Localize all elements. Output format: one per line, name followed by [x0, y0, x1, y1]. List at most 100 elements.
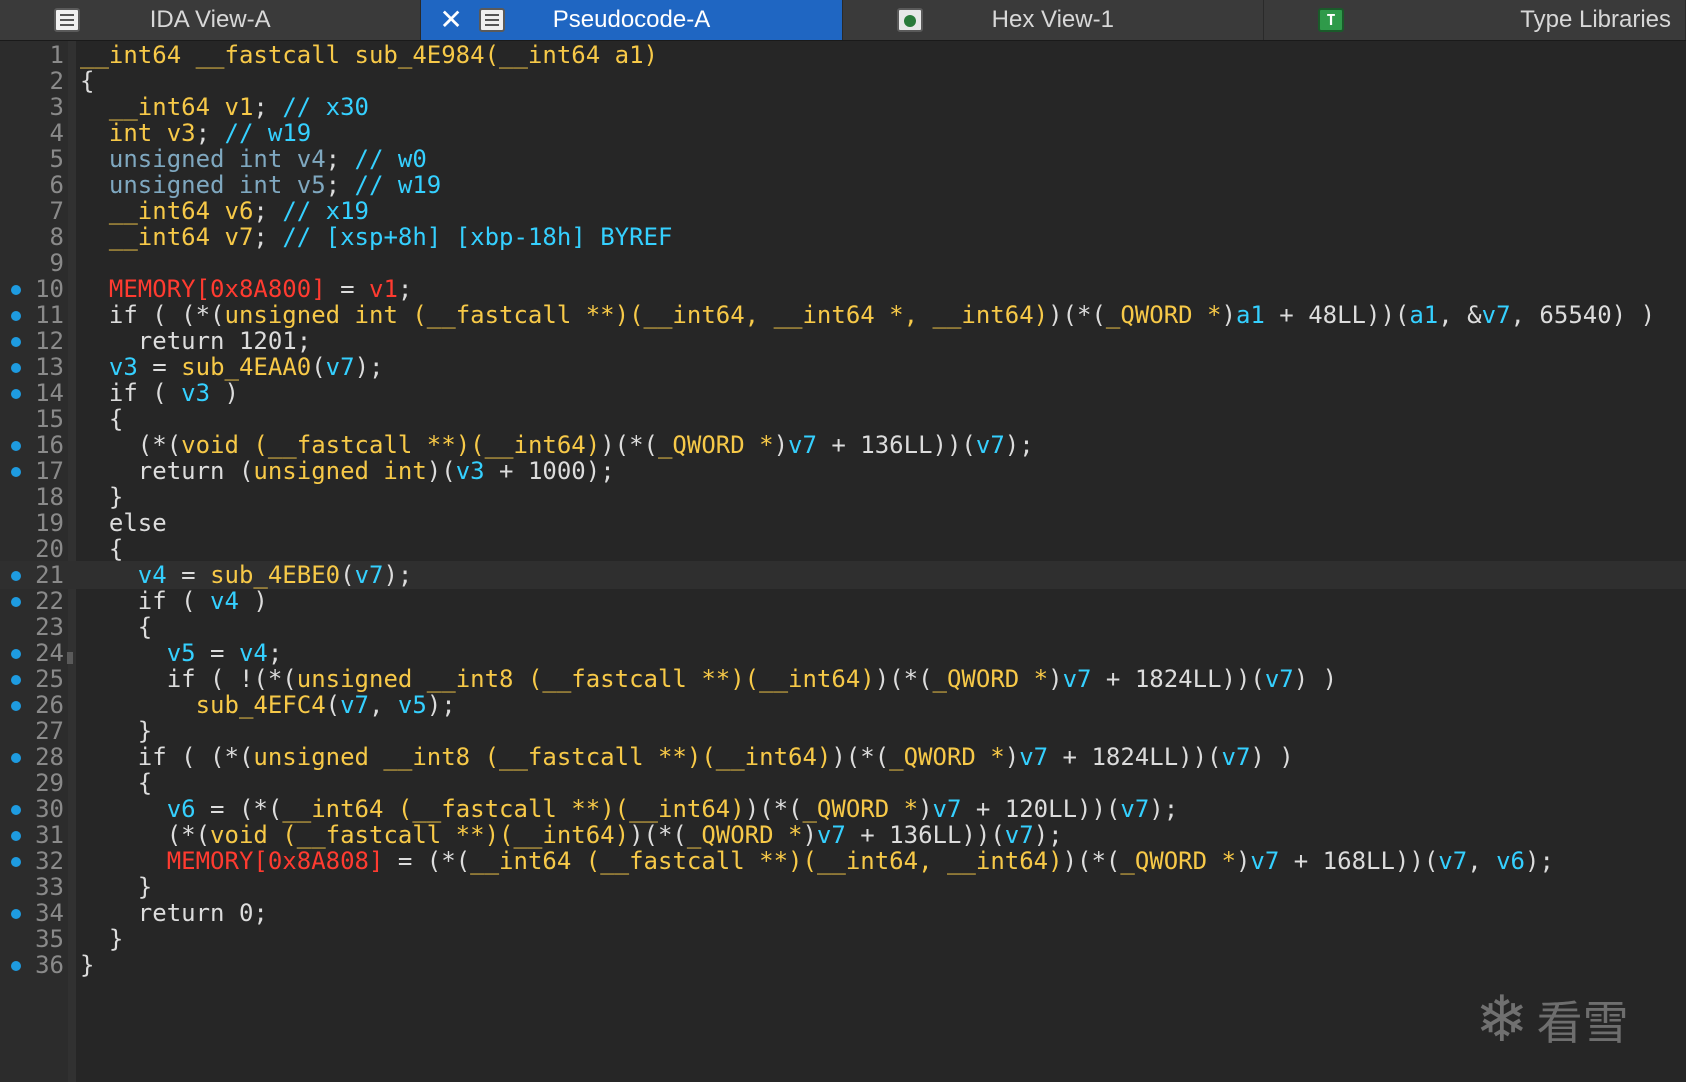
code-line[interactable]: 23 {: [0, 613, 1686, 641]
code-token: ): [773, 431, 789, 459]
code-token: ,: [369, 691, 398, 719]
code-text[interactable]: __int64 __fastcall sub_4E984(__int64 a1): [80, 41, 658, 69]
code-text[interactable]: v5 = v4;: [80, 639, 283, 667]
code-line[interactable]: 20 {: [0, 535, 1686, 563]
code-token: v7: [1264, 665, 1294, 693]
code-text[interactable]: if ( v3 ): [80, 379, 239, 407]
code-text[interactable]: sub_4EFC4(v7, v5);: [80, 691, 456, 719]
code-text[interactable]: {: [80, 613, 152, 641]
code-text[interactable]: __int64 v7; // [xsp+8h] [xbp-18h] BYREF: [80, 223, 673, 251]
tab-ida-view-a[interactable]: IDA View-A: [0, 0, 422, 40]
code-line[interactable]: 26 sub_4EFC4(v7, v5);: [0, 691, 1686, 719]
code-text[interactable]: if ( (*(unsigned int (__fastcall **)(__i…: [80, 301, 1655, 329]
code-token: (: [311, 353, 326, 381]
code-line[interactable]: 29 {: [0, 769, 1686, 797]
tab-hex-view-1[interactable]: Hex View-1: [843, 0, 1264, 40]
code-text[interactable]: {: [80, 67, 94, 95]
code-token: __int64 v7: [108, 223, 254, 251]
code-text[interactable]: }: [80, 925, 123, 953]
code-line[interactable]: 19 else: [0, 509, 1686, 537]
code-line[interactable]: 17 return (unsigned int)(v3 + 1000);: [0, 457, 1686, 485]
code-line[interactable]: 3 __int64 v1; // x30: [0, 93, 1686, 121]
code-text[interactable]: if ( (*(unsigned __int8 (__fastcall **)(…: [80, 743, 1294, 771]
code-line[interactable]: 8 __int64 v7; // [xsp+8h] [xbp-18h] BYRE…: [0, 223, 1686, 251]
code-line[interactable]: 13 v3 = sub_4EAA0(v7);: [0, 353, 1686, 381]
code-line[interactable]: 21 v4 = sub_4EBE0(v7);: [0, 561, 1686, 589]
code-line[interactable]: 18 }: [0, 483, 1686, 511]
code-line[interactable]: 28 if ( (*(unsigned __int8 (__fastcall *…: [0, 743, 1686, 771]
code-text[interactable]: (*(void (__fastcall **)(__int64))(*(_QWO…: [80, 431, 1034, 459]
code-text[interactable]: return (unsigned int)(v3 + 1000);: [80, 457, 615, 485]
code-token: ): [210, 379, 239, 407]
line-number: 11: [35, 301, 64, 329]
code-text[interactable]: if ( v4 ): [80, 587, 268, 615]
code-text[interactable]: MEMORY[0x8A808] = (*(__int64 (__fastcall…: [80, 847, 1554, 875]
line-number: 13: [35, 353, 64, 381]
code-text[interactable]: {: [80, 405, 123, 433]
code-token: _QWORD *: [889, 743, 1005, 771]
code-text[interactable]: __int64 v1; // x30: [80, 93, 369, 121]
code-token: _QWORD *: [1105, 301, 1222, 329]
code-line[interactable]: 12 return 1201;: [0, 327, 1686, 355]
code-line[interactable]: 24 v5 = v4;: [0, 639, 1686, 667]
code-text[interactable]: else: [80, 509, 167, 537]
code-line[interactable]: 25 if ( !(*(unsigned __int8 (__fastcall …: [0, 665, 1686, 693]
code-token: {: [80, 67, 95, 95]
code-line[interactable]: 22 if ( v4 ): [0, 587, 1686, 615]
code-line[interactable]: 33 }: [0, 873, 1686, 901]
code-text[interactable]: }: [80, 483, 123, 511]
code-token: (: [340, 561, 355, 589]
code-line[interactable]: 14 if ( v3 ): [0, 379, 1686, 407]
code-text[interactable]: {: [80, 535, 123, 563]
code-token: v3: [108, 353, 138, 381]
code-line[interactable]: 4 int v3; // w19: [0, 119, 1686, 147]
code-text[interactable]: __int64 v6; // x19: [80, 197, 369, 225]
code-token: )(*(: [1048, 301, 1106, 329]
code-text[interactable]: }: [80, 873, 152, 901]
code-line[interactable]: 11 if ( (*(unsigned int (__fastcall **)(…: [0, 301, 1686, 329]
code-line[interactable]: 9: [0, 249, 1686, 277]
line-number: 32: [35, 847, 64, 875]
code-token: );: [1149, 795, 1179, 823]
code-line[interactable]: 30 v6 = (*(__int64 (__fastcall **)(__int…: [0, 795, 1686, 823]
tab-pseudocode-a[interactable]: ✕ Pseudocode-A: [421, 0, 843, 40]
code-text[interactable]: }: [80, 951, 94, 979]
code-line[interactable]: 32 MEMORY[0x8A808] = (*(__int64 (__fastc…: [0, 847, 1686, 875]
code-token: v7: [932, 795, 962, 823]
tab-type-libraries[interactable]: T Type Libraries: [1264, 0, 1686, 40]
code-line[interactable]: 7 __int64 v6; // x19: [0, 197, 1686, 225]
code-line[interactable]: 34 return 0;: [0, 899, 1686, 927]
code-line[interactable]: 1 __int64 __fastcall sub_4E984(__int64 a1…: [0, 41, 1686, 69]
code-text[interactable]: v6 = (*(__int64 (__fastcall **)(__int64)…: [80, 795, 1179, 823]
code-line[interactable]: 27 }: [0, 717, 1686, 745]
code-token: unsigned int: [253, 457, 427, 485]
code-line[interactable]: 15 {: [0, 405, 1686, 433]
close-icon[interactable]: ✕: [439, 4, 462, 36]
code-line[interactable]: 36}: [0, 951, 1686, 979]
code-text[interactable]: unsigned int v4; // w0: [80, 145, 427, 173]
code-line[interactable]: 35 }: [0, 925, 1686, 953]
pseudocode-editor[interactable]: 1 __int64 __fastcall sub_4E984(__int64 a1…: [0, 41, 1686, 1082]
code-token: __int64 v6: [108, 197, 254, 225]
code-token: );: [1004, 431, 1034, 459]
code-line[interactable]: 16 (*(void (__fastcall **)(__int64))(*(_…: [0, 431, 1686, 459]
code-token: ): [1221, 301, 1236, 329]
tab-label: IDA View-A: [149, 6, 271, 33]
code-line[interactable]: 10 MEMORY[0x8A800] = v1;: [0, 275, 1686, 303]
code-text[interactable]: (*(void (__fastcall **)(__int64))(*(_QWO…: [80, 821, 1063, 849]
code-text[interactable]: MEMORY[0x8A800] = v1;: [80, 275, 412, 303]
code-text[interactable]: return 1201;: [80, 327, 311, 355]
code-token: ,: [1467, 847, 1497, 875]
code-text[interactable]: v4 = sub_4EBE0(v7);: [80, 561, 413, 589]
code-line[interactable]: 31 (*(void (__fastcall **)(__int64))(*(_…: [0, 821, 1686, 849]
code-text[interactable]: {: [80, 769, 152, 797]
code-text[interactable]: v3 = sub_4EAA0(v7);: [80, 353, 384, 381]
code-line[interactable]: 5 unsigned int v4; // w0: [0, 145, 1686, 173]
code-text[interactable]: unsigned int v5; // w19: [80, 171, 441, 199]
code-text[interactable]: int v3; // w19: [80, 119, 311, 147]
code-line[interactable]: 6 unsigned int v5; // w19: [0, 171, 1686, 199]
code-text[interactable]: if ( !(*(unsigned __int8 (__fastcall **)…: [80, 665, 1337, 693]
code-text[interactable]: return 0;: [80, 899, 268, 927]
code-text[interactable]: }: [80, 717, 152, 745]
code-line[interactable]: 2{: [0, 67, 1686, 95]
